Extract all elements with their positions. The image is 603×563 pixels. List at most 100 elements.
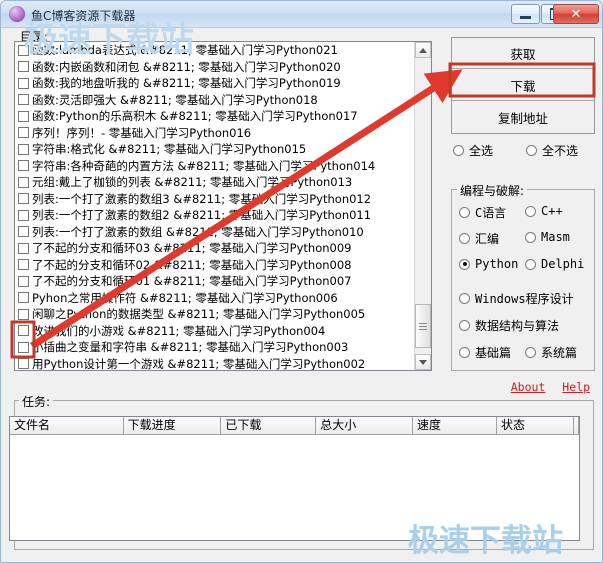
list-item[interactable]: 列表:一个打了激素的数组 &#8211; 零基础入门学习Python010 — [15, 224, 417, 241]
list-item-checkbox[interactable] — [18, 292, 29, 304]
list-item-checkbox[interactable] — [18, 259, 29, 271]
option-label: Windows程序设计 — [475, 292, 574, 306]
watermark-top: 极速下载站 — [24, 20, 194, 60]
list-item-label: 元组:戴上了枷锁的列表 &#8211; 零基础入门学习Python013 — [32, 175, 353, 189]
option-windows-programming[interactable]: Windows程序设计 — [459, 290, 574, 307]
option-assembly[interactable]: 汇编 — [459, 230, 499, 247]
list-item-label: 列表:一个打了激素的数组2 &#8211; 零基础入门学习Python011 — [32, 208, 372, 222]
list-item[interactable]: 字符串:各种奇葩的内置方法 &#8211; 零基础入门学习Python014 — [15, 158, 417, 175]
list-item-label: 字符串:格式化 &#8211; 零基础入门学习Python015 — [32, 142, 307, 156]
task-table-header: 文件名 下载进度 已下载 总大小 速度 状态 — [10, 417, 579, 435]
fetch-button[interactable]: 获取 — [452, 38, 594, 69]
option-delphi[interactable]: Delphi — [525, 257, 584, 271]
task-column-header-filler — [574, 417, 579, 435]
list-item-label: 了不起的分支和循环01 &#8211; 零基础入门学习Python007 — [32, 274, 352, 288]
list-item-checkbox[interactable] — [18, 209, 29, 221]
download-button[interactable]: 下载 — [452, 70, 594, 101]
option-python[interactable]: Python — [459, 257, 518, 271]
list-item-checkbox[interactable] — [18, 242, 29, 254]
task-column-header[interactable]: 已下载 — [221, 417, 317, 435]
list-item[interactable]: 改进我们的小游戏 &#8211; 零基础入门学习Python004 — [15, 323, 417, 340]
option-cpp[interactable]: C++ — [525, 204, 563, 218]
scroll-up-icon[interactable] — [415, 42, 431, 58]
task-column-header[interactable]: 总大小 — [316, 417, 413, 435]
app-sphere-icon — [9, 6, 25, 22]
option-data-structures[interactable]: 数据结构与算法 — [459, 317, 559, 334]
option-masm[interactable]: Masm — [525, 230, 570, 244]
list-item-checkbox[interactable] — [18, 176, 29, 188]
about-link[interactable]: About — [511, 380, 546, 394]
task-column-header[interactable]: 下载进度 — [123, 417, 222, 435]
list-item-checkbox[interactable] — [18, 226, 29, 238]
list-item-checkbox[interactable] — [18, 77, 29, 89]
minimize-button[interactable] — [511, 4, 540, 24]
list-item[interactable]: 函数:灵活即强大 &#8211; 零基础入门学习Python018 — [15, 92, 417, 109]
list-item[interactable]: 序列！序列！- 零基础入门学习Python016 — [15, 125, 417, 142]
option-label: 数据结构与算法 — [475, 319, 560, 333]
option-basics[interactable]: 基础篇 — [459, 344, 511, 361]
list-item-label: Pyhon之常用操作符 &#8211; 零基础入门学习Python006 — [32, 290, 338, 305]
list-item[interactable]: 小插曲之变量和字符串 &#8211; 零基础入门学习Python003 — [15, 339, 417, 356]
list-item[interactable]: 函数:Python的乐高积木 &#8211; 零基础入门学习Python017 — [15, 108, 417, 125]
list-item-label: 列表:一个打了激素的数组3 &#8211; 零基础入门学习Python012 — [32, 191, 372, 206]
list-item-checkbox[interactable] — [18, 358, 29, 370]
list-item[interactable]: 字符串:格式化 &#8211; 零基础入门学习Python015 — [15, 141, 417, 158]
app-window: 鱼C博客资源下载器 ✕ 目录: 函数:lambda表达式 &#8211; 零基础… — [0, 0, 603, 563]
list-item-checkbox[interactable] — [18, 193, 29, 205]
scroll-down-icon[interactable] — [415, 354, 431, 370]
list-item-checkbox[interactable] — [18, 275, 29, 287]
task-column-header[interactable]: 速度 — [412, 417, 497, 435]
radio-circle-icon — [453, 145, 464, 156]
task-column-header[interactable]: 状态 — [496, 417, 575, 435]
close-button[interactable]: ✕ — [553, 4, 599, 24]
option-label: C++ — [541, 204, 563, 218]
option-label: Masm — [541, 230, 570, 244]
list-item-checkbox[interactable] — [18, 110, 29, 122]
list-item-label: 了不起的分支和循环02 &#8211; 零基础入门学习Python008 — [32, 257, 352, 272]
option-label: 系统篇 — [541, 346, 578, 360]
list-item[interactable]: 列表:一个打了激素的数组2 &#8211; 零基础入门学习Python011 — [15, 207, 417, 224]
catalog-list: 函数:lambda表达式 &#8211; 零基础入门学习Python021 函数:… — [15, 42, 417, 371]
list-item-checkbox[interactable] — [18, 308, 29, 320]
list-item-label: 函数:Python的乐高积木 &#8211; 零基础入门学习Python017 — [32, 109, 358, 123]
list-item[interactable]: Pyhon之常用操作符 &#8211; 零基础入门学习Python006 — [15, 290, 417, 307]
list-item[interactable]: 了不起的分支和循环02 &#8211; 零基础入门学习Python008 — [15, 257, 417, 274]
option-label: C语言 — [475, 206, 507, 220]
option-label: 汇编 — [475, 232, 500, 246]
copy-address-button[interactable]: 复制地址 — [452, 102, 594, 133]
list-item-label: 用Python设计第一个游戏 &#8211; 零基础入门学习Python002 — [32, 356, 366, 371]
select-none-label: 全不选 — [542, 144, 579, 158]
help-link[interactable]: Help — [562, 380, 590, 394]
list-item-checkbox[interactable] — [18, 143, 29, 155]
option-system[interactable]: 系统篇 — [525, 344, 577, 361]
list-item[interactable]: 了不起的分支和循环01 &#8211; 零基础入门学习Python007 — [15, 273, 417, 290]
list-item[interactable]: 了不起的分支和循环03 &#8211; 零基础入门学习Python009 — [15, 240, 417, 257]
task-column-header[interactable]: 文件名 — [10, 417, 124, 435]
list-item-checkbox[interactable] — [18, 325, 29, 337]
list-item-checkbox[interactable] — [18, 160, 29, 172]
scrollbar-thumb[interactable] — [415, 304, 431, 348]
list-item-checkbox[interactable] — [18, 341, 29, 353]
list-item-checkbox[interactable] — [18, 127, 29, 139]
option-label: Python — [475, 257, 519, 271]
list-item[interactable]: 函数:我的地盘听我的 &#8211; 零基础入门学习Python019 — [15, 75, 417, 92]
list-item-checkbox[interactable] — [18, 61, 29, 73]
catalog-listbox[interactable]: 函数:lambda表达式 &#8211; 零基础入门学习Python021 函数:… — [14, 41, 432, 371]
option-c-language[interactable]: C语言 — [459, 204, 506, 221]
catalog-scrollbar[interactable] — [414, 42, 431, 370]
list-item[interactable]: 闲聊之Python的数据类型 &#8211; 零基础入门学习Python005 — [15, 306, 417, 323]
list-item[interactable]: 元组:戴上了枷锁的列表 &#8211; 零基础入门学习Python013 — [15, 174, 417, 191]
select-all-radio[interactable]: 全选 — [453, 142, 493, 159]
list-item[interactable]: 列表:一个打了激素的数组3 &#8211; 零基础入门学习Python012 — [15, 191, 417, 208]
option-label: Delphi — [541, 257, 585, 271]
select-none-radio[interactable]: 全不选 — [526, 142, 578, 159]
close-icon: ✕ — [570, 6, 582, 22]
list-item-label: 闲聊之Python的数据类型 &#8211; 零基础入门学习Python005 — [32, 307, 366, 321]
list-item[interactable]: 用Python设计第一个游戏 &#8211; 零基础入门学习Python002 — [15, 356, 417, 371]
radio-circle-icon — [459, 233, 470, 244]
footer-links: About Help — [501, 380, 590, 394]
radio-circle-icon — [459, 258, 470, 270]
list-item-checkbox[interactable] — [18, 94, 29, 106]
radio-circle-icon — [525, 231, 536, 243]
list-item-label: 字符串:各种奇葩的内置方法 &#8211; 零基础入门学习Python014 — [32, 158, 376, 173]
